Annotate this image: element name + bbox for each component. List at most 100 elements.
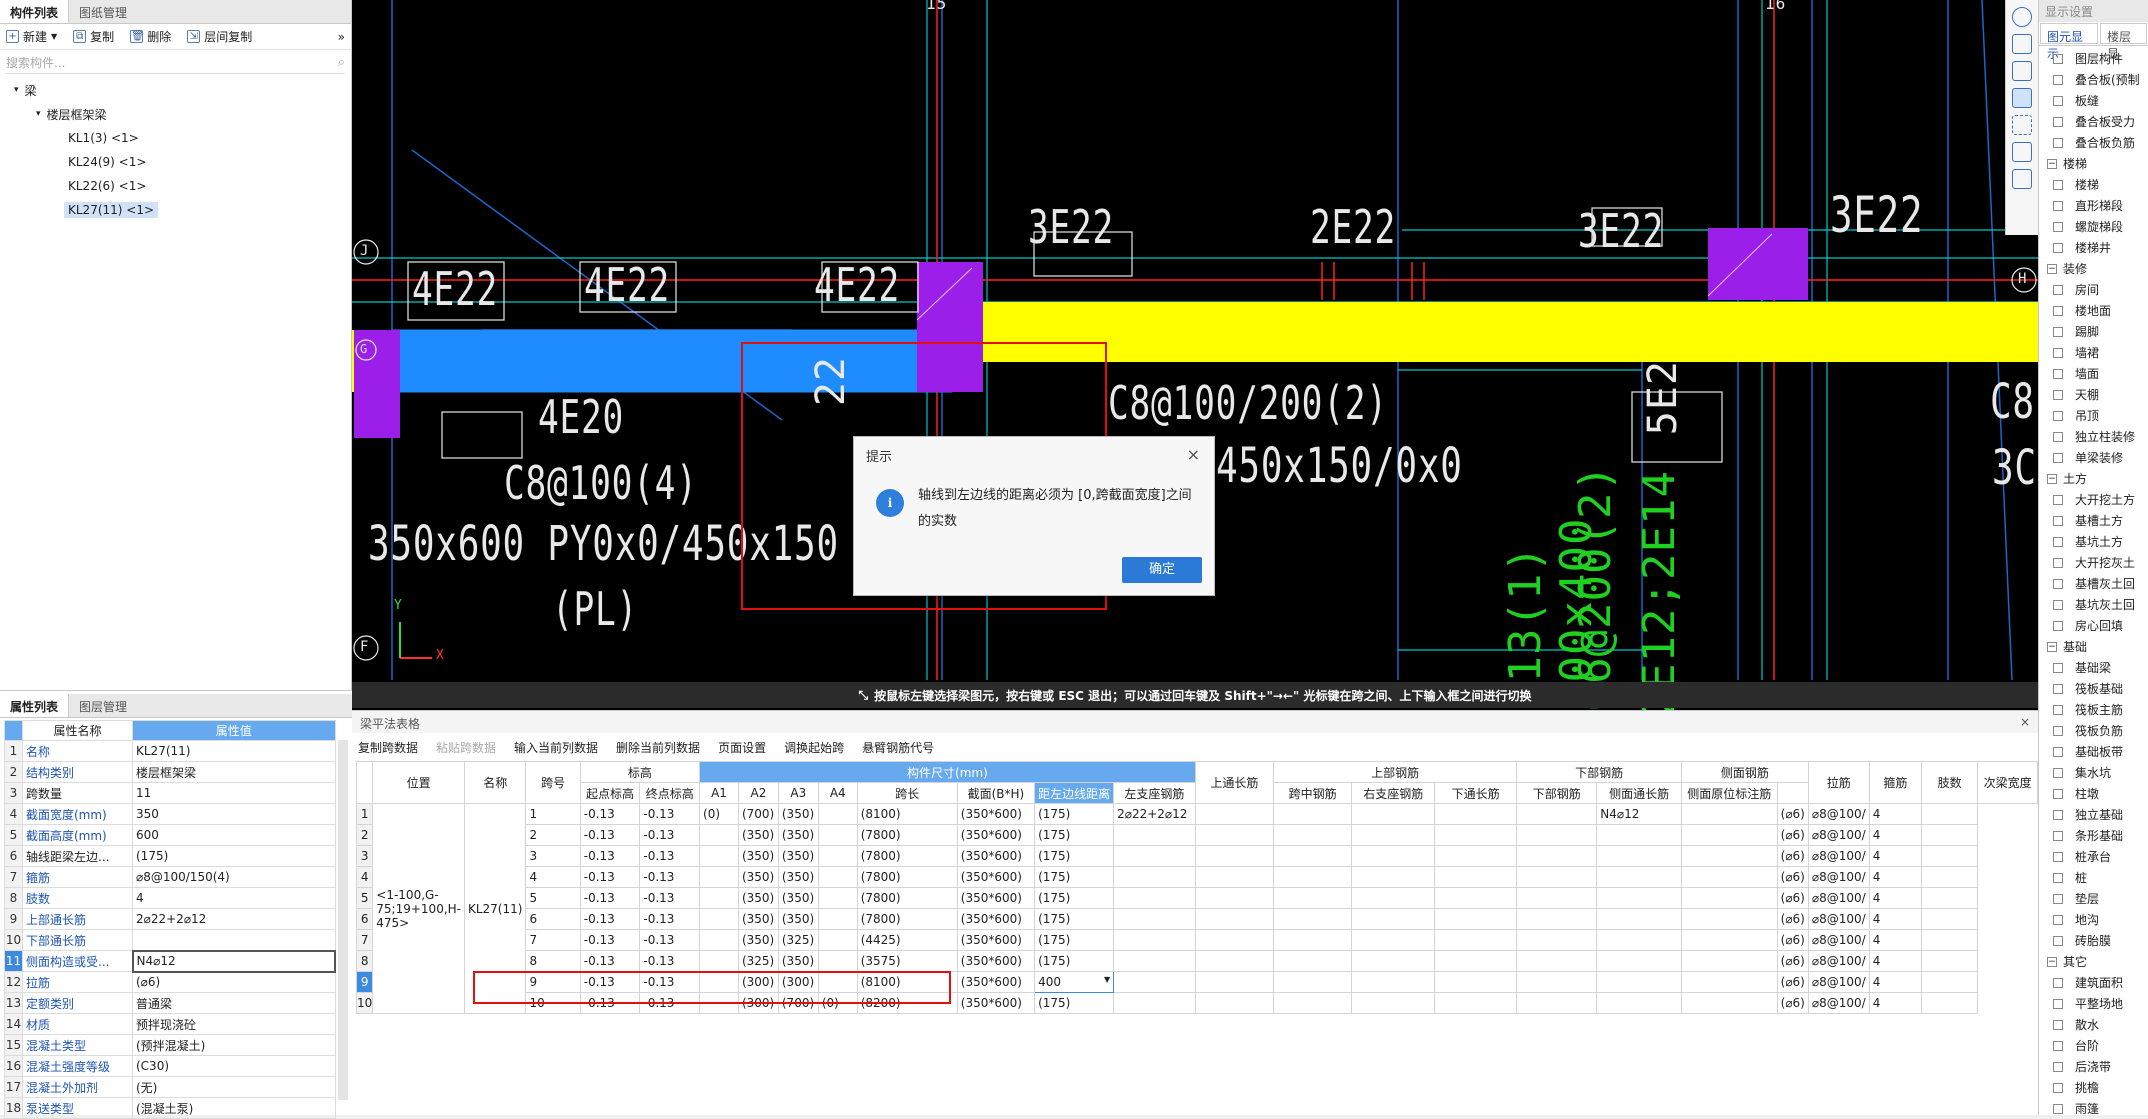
cell-top-through[interactable] [1113,887,1196,909]
property-row[interactable]: 14 材质 预拌现浇砼 [4,1013,336,1035]
checkbox[interactable] [2053,137,2063,148]
cell-rebar[interactable] [1516,824,1598,846]
property-row[interactable]: 1 名称 KL27(11) [4,740,336,762]
cell-len[interactable]: (7800) [856,824,958,846]
cell-rebar[interactable] [1516,887,1598,909]
select-box-icon[interactable] [2012,142,2032,162]
property-value[interactable]: ⌀8@100/150(4) [132,866,336,888]
cell-sec[interactable]: (350*600) [956,992,1036,1014]
property-row[interactable]: 13 定额类别 普通梁 [4,992,336,1014]
cell-rebar[interactable] [1194,950,1275,972]
checkbox[interactable] [2053,1103,2063,1114]
property-row[interactable]: 2 结构类别 楼层框架梁 [4,761,336,783]
property-value[interactable]: 楼层框架梁 [132,761,336,783]
collapse-icon[interactable]: − [2047,956,2057,967]
cell-rebar[interactable] [1194,992,1275,1014]
checkbox[interactable] [2053,1061,2063,1072]
display-item[interactable]: 平整场地 [2039,993,2148,1014]
cell-tie[interactable]: (⌀6) [1776,992,1809,1014]
3d-view-icon[interactable] [2012,34,2032,54]
display-item[interactable]: 台阶 [2039,1035,2148,1056]
cell-stirrup[interactable]: ⌀8@100/ [1807,950,1870,972]
cell-sec[interactable]: (350*600) [956,950,1036,972]
display-item[interactable]: 基槽灰土回 [2039,573,2148,594]
cell-top-through[interactable] [1113,824,1196,846]
table-row[interactable]: 6 6 -0.13 -0.13 (350) (350) (7800) (350*600) (17… [355,908,2038,930]
cell-tie[interactable]: (⌀6) [1776,929,1809,951]
cell-sub-width[interactable] [1921,887,1979,909]
property-row[interactable]: 7 箍筋 ⌀8@100/150(4) [4,866,336,888]
cell-side-inplace[interactable] [1680,866,1778,888]
display-item[interactable]: 墙面 [2039,363,2148,384]
cell-e2[interactable]: -0.13 [639,845,701,867]
tree-node-beam[interactable]: ▾ 梁 [0,78,351,102]
display-item[interactable]: 直形梯段 [2039,195,2148,216]
cantilever-code-button[interactable]: 悬臂钢筋代号 [862,739,934,756]
cell-len[interactable]: (7800) [856,845,958,867]
cell-sub-width[interactable] [1921,929,1979,951]
checkbox[interactable] [2053,662,2063,673]
cell-rebar[interactable] [1273,992,1353,1014]
cell-e1[interactable]: -0.13 [579,929,641,951]
cell-a1[interactable] [699,887,739,909]
cell-len[interactable]: (7800) [856,887,958,909]
property-row[interactable]: 11 侧面构造或受... N4⌀12 [4,949,336,973]
cell-a1[interactable]: (0) [699,803,739,825]
cell-stirrup[interactable]: ⌀8@100/ [1807,824,1870,846]
checkbox[interactable] [2053,326,2063,337]
cell-sub-width[interactable] [1921,908,1979,930]
property-value[interactable] [132,929,336,951]
copy-button[interactable]: ⧉ 复制 [73,28,114,45]
table-row[interactable]: 1 <1-100,G-75;19+100,H-475> KL27(11) 1 -0.13… [355,803,2038,1014]
cell-rebar[interactable] [1516,950,1598,972]
cell-rebar[interactable] [1516,908,1598,930]
cell-a4[interactable] [817,866,858,888]
cell-dist[interactable]: (175) [1034,803,1115,825]
cell-legs[interactable]: 4 [1868,824,1923,846]
display-item[interactable]: 桩承台 [2039,846,2148,867]
display-item[interactable]: 踢脚 [2039,321,2148,342]
display-item[interactable]: 柱墩 [2039,783,2148,804]
cell-dist[interactable]: (175) [1034,992,1115,1014]
cell-a1[interactable] [699,845,739,867]
cell-legs[interactable]: 4 [1868,908,1923,930]
cell-sec[interactable]: (350*600) [956,866,1036,888]
cell-stirrup[interactable]: ⌀8@100/ [1807,908,1870,930]
more-button[interactable]: » [338,30,345,44]
cell-a3[interactable]: (350) [777,887,819,909]
collapse-icon[interactable]: − [2047,158,2057,169]
cell-legs[interactable]: 4 [1868,929,1923,951]
cell-a2[interactable]: (700) [737,803,779,825]
cell-rebar[interactable] [1273,824,1353,846]
cell-rebar[interactable] [1434,908,1518,930]
tree-item[interactable]: KL1(3) <1> [0,126,351,150]
cell-e1[interactable]: -0.13 [579,824,641,846]
cell-a3[interactable]: (350) [777,845,819,867]
cell-top-through[interactable] [1113,950,1196,972]
cell-top-through[interactable] [1113,908,1196,930]
cell-tie[interactable]: (⌀6) [1776,824,1809,846]
cell-a1[interactable] [699,824,739,846]
cell-a2[interactable]: (350) [737,929,779,951]
tab-property-list[interactable]: 属性列表 [0,694,70,717]
cell-rebar[interactable] [1516,845,1598,867]
cell-span[interactable]: 8 [525,950,581,972]
cell-rebar[interactable] [1351,971,1436,993]
cell-e1[interactable]: -0.13 [579,887,641,909]
property-row[interactable]: 16 混凝土强度等级 (C30) [4,1055,336,1077]
cell-a2[interactable]: (325) [737,950,779,972]
cell-tie[interactable]: (⌀6) [1776,908,1809,930]
property-row[interactable]: 12 拉筋 (⌀6) [4,971,336,993]
cell-legs[interactable]: 4 [1868,950,1923,972]
cad-canvas[interactable]: 15 16 16 J H F G 4E22 4E22 4E22 3E22 2E2… [352,0,2038,710]
tree-item-selected[interactable]: KL27(11) <1> [0,198,351,222]
cell-e2[interactable]: -0.13 [639,866,701,888]
cell-rebar[interactable] [1351,887,1436,909]
property-row[interactable]: 10 下部通长筋 [4,929,336,951]
paste-span-button[interactable]: 粘贴跨数据 [436,739,496,756]
cell-stirrup[interactable]: ⌀8@100/ [1807,845,1870,867]
property-value[interactable]: 2⌀22+2⌀12 [132,908,336,930]
cell-rebar[interactable] [1351,803,1436,825]
tree-item[interactable]: KL24(9) <1> [0,150,351,174]
cell-a2[interactable]: (350) [737,908,779,930]
